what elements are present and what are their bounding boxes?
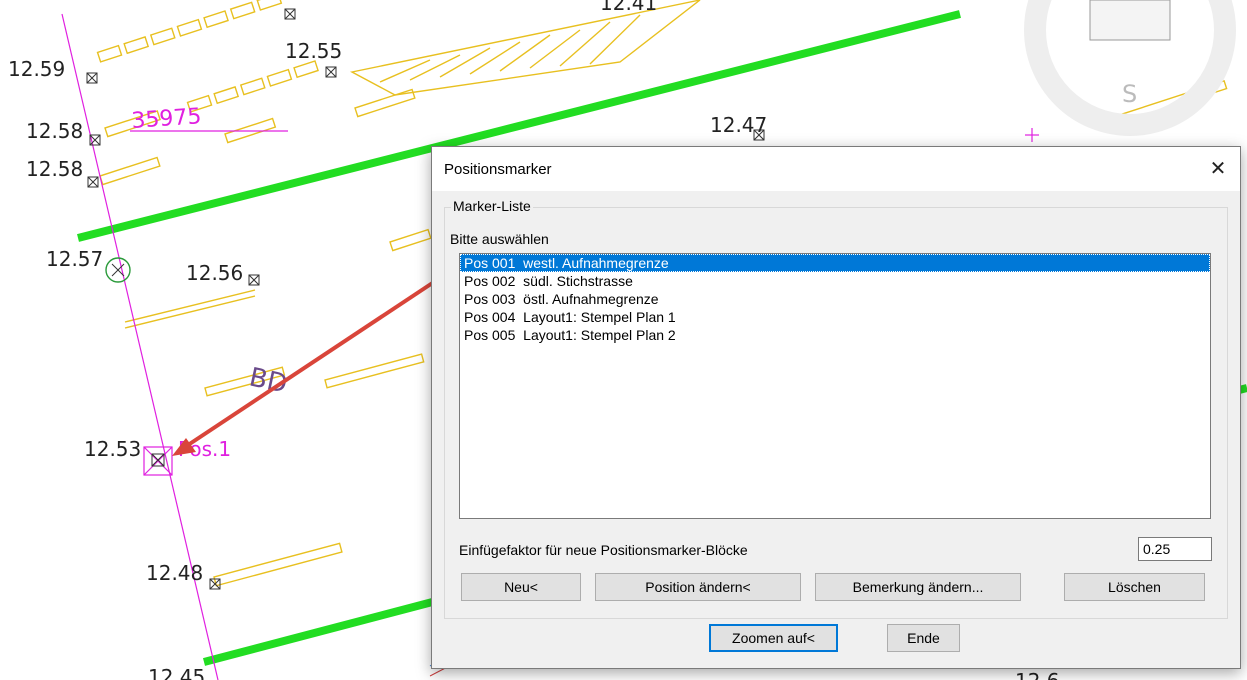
elevation-label: 12.59: [8, 57, 65, 81]
group-title: Marker-Liste: [451, 198, 533, 214]
insert-factor-input[interactable]: [1138, 537, 1212, 561]
list-item[interactable]: Pos 003 östl. Aufnahmegrenze: [460, 290, 1210, 308]
change-remark-button[interactable]: Bemerkung ändern...: [815, 573, 1021, 601]
change-position-button[interactable]: Position ändern<: [595, 573, 801, 601]
zoom-to-button[interactable]: Zoomen auf<: [709, 624, 838, 652]
elevation-label: 12.58: [26, 157, 83, 181]
elevation-label-partial: 12.6: [1015, 669, 1060, 680]
list-caption: Bitte auswählen: [450, 231, 549, 247]
list-item[interactable]: Pos 001 westl. Aufnahmegrenze: [460, 254, 1210, 272]
elevation-label: 12.57: [46, 247, 103, 271]
list-item[interactable]: Pos 002 südl. Stichstrasse: [460, 272, 1210, 290]
dialog-title-bar[interactable]: Positionsmarker ✕: [432, 147, 1240, 191]
red-arrow-annotation: [172, 276, 442, 456]
elevation-label: 12.58: [26, 119, 83, 143]
elevation-label-partial: 12.41: [600, 0, 657, 15]
elevation-label: 12.45: [148, 665, 205, 680]
elevation-label: 12.53: [84, 437, 141, 461]
compass-letter: S: [1122, 80, 1137, 108]
positionsmarker-dialog: Positionsmarker ✕ Marker-Liste Bitte aus…: [431, 146, 1241, 669]
parcel-number-label: 35975: [131, 104, 203, 134]
new-button[interactable]: Neu<: [461, 573, 581, 601]
delete-button[interactable]: Löschen: [1064, 573, 1205, 601]
elevation-label: 12.48: [146, 561, 203, 585]
elevation-label: 12.47: [710, 113, 767, 137]
elevation-label: 12.56: [186, 261, 243, 285]
marker-listbox[interactable]: Pos 001 westl. Aufnahmegrenze Pos 002 sü…: [459, 253, 1211, 519]
elevation-label: 12.55: [285, 39, 342, 63]
dialog-title: Positionsmarker: [444, 161, 552, 178]
insert-factor-label: Einfügefaktor für neue Positionsmarker-B…: [459, 542, 748, 558]
close-icon[interactable]: ✕: [1196, 147, 1240, 191]
north-compass-symbol: S: [1024, 0, 1236, 136]
list-item[interactable]: Pos 005 Layout1: Stempel Plan 2: [460, 326, 1210, 344]
end-button[interactable]: Ende: [887, 624, 960, 652]
list-item[interactable]: Pos 004 Layout1: Stempel Plan 1: [460, 308, 1210, 326]
